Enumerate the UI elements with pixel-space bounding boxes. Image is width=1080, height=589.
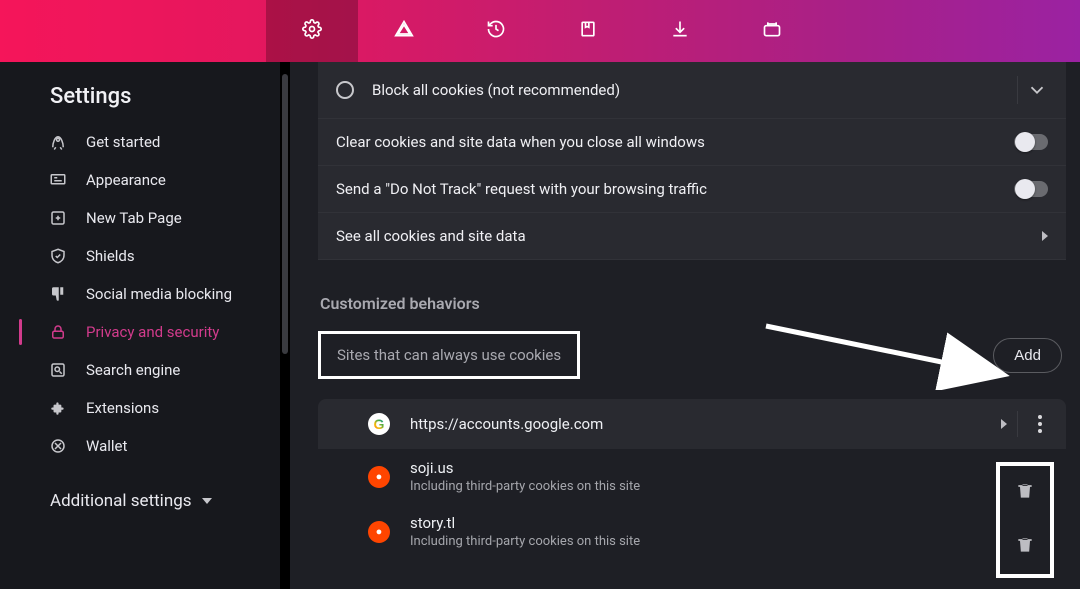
site-name: story.tl bbox=[410, 514, 640, 532]
sidebar-item-privacy-security[interactable]: Privacy and security bbox=[0, 313, 290, 351]
chevron-down-icon bbox=[1026, 79, 1048, 101]
appearance-icon bbox=[48, 171, 68, 189]
toggle-knob bbox=[1015, 132, 1035, 152]
sidebar-item-shields[interactable]: Shields bbox=[0, 237, 290, 275]
wallet-icon bbox=[762, 19, 782, 43]
block-all-label: Block all cookies (not recommended) bbox=[372, 81, 620, 99]
delete-site-button[interactable] bbox=[1015, 481, 1035, 505]
sidebar-item-wallet[interactable]: Wallet bbox=[0, 427, 290, 465]
sidebar-item-new-tab-page[interactable]: New Tab Page bbox=[0, 199, 290, 237]
clear-on-close-row: Clear cookies and site data when you clo… bbox=[318, 119, 1066, 166]
see-all-cookies-row[interactable]: See all cookies and site data bbox=[318, 213, 1066, 260]
toggle-knob bbox=[1015, 179, 1035, 199]
divider bbox=[1017, 411, 1018, 437]
walletnav-icon bbox=[48, 437, 68, 455]
clear-on-close-label: Clear cookies and site data when you clo… bbox=[336, 133, 705, 151]
additional-settings-label: Additional settings bbox=[50, 491, 192, 511]
search-icon bbox=[48, 361, 68, 379]
toolbar-settings[interactable] bbox=[266, 0, 358, 62]
sidebar-item-get-started[interactable]: Get started bbox=[0, 123, 290, 161]
sidebar-item-label: Social media blocking bbox=[86, 285, 232, 303]
settings-nav: Get started Appearance New Tab Page Shie… bbox=[0, 123, 290, 465]
site-name: https://accounts.google.com bbox=[410, 415, 603, 433]
site-name: soji.us bbox=[410, 459, 640, 477]
site-row[interactable]: https://accounts.google.com bbox=[318, 399, 1066, 449]
clear-on-close-toggle[interactable] bbox=[1014, 134, 1048, 150]
warning-icon bbox=[394, 19, 414, 43]
do-not-track-toggle[interactable] bbox=[1014, 181, 1048, 197]
lock-icon bbox=[48, 323, 68, 341]
reddit-favicon-icon: ● bbox=[368, 521, 390, 543]
sidebar-scrollbar-track[interactable] bbox=[280, 62, 290, 589]
settings-icon bbox=[302, 19, 322, 43]
sidebar-title: Settings bbox=[0, 84, 290, 123]
sidebar-item-label: Get started bbox=[86, 133, 160, 151]
settings-content: Block all cookies (not recommended) Clea… bbox=[290, 62, 1080, 589]
chevron-right-icon bbox=[1042, 231, 1048, 241]
shield-icon bbox=[48, 247, 68, 265]
add-site-button[interactable]: Add bbox=[993, 338, 1062, 373]
sidebar-item-label: Extensions bbox=[86, 399, 159, 417]
site-subtext: Including third-party cookies on this si… bbox=[410, 479, 640, 494]
annotation-delete-box bbox=[996, 462, 1054, 578]
sidebar-item-social-media-blocking[interactable]: Social media blocking bbox=[0, 275, 290, 313]
toolbar-bookmarks[interactable] bbox=[542, 0, 634, 62]
main-area: Settings Get started Appearance New Tab … bbox=[0, 62, 1080, 589]
toolbar-warning[interactable] bbox=[358, 0, 450, 62]
allowed-sites-list: https://accounts.google.com ● soji.us bbox=[318, 399, 1066, 559]
toolbar-wallet[interactable] bbox=[726, 0, 818, 62]
site-options-button[interactable] bbox=[1028, 409, 1052, 439]
site-row[interactable]: ● soji.us Including third-party cookies … bbox=[318, 449, 1066, 504]
sidebar-item-label: Shields bbox=[86, 247, 135, 265]
downloads-icon bbox=[670, 19, 690, 43]
reddit-favicon-icon: ● bbox=[368, 466, 390, 488]
thumbsdown-icon bbox=[48, 285, 68, 303]
sidebar-item-label: New Tab Page bbox=[86, 209, 182, 227]
sidebar-item-appearance[interactable]: Appearance bbox=[0, 161, 290, 199]
sidebar-item-search-engine[interactable]: Search engine bbox=[0, 351, 290, 389]
do-not-track-row: Send a "Do Not Track" request with your … bbox=[318, 166, 1066, 213]
sidebar-scrollbar-thumb[interactable] bbox=[282, 74, 288, 354]
divider bbox=[1017, 76, 1018, 104]
google-favicon-icon bbox=[368, 413, 390, 435]
sidebar-item-label: Wallet bbox=[86, 437, 127, 455]
trash-icon bbox=[1015, 535, 1035, 555]
sidebar-item-label: Privacy and security bbox=[86, 323, 219, 341]
top-toolbar bbox=[0, 0, 1080, 62]
toolbar-downloads[interactable] bbox=[634, 0, 726, 62]
puzzle-icon bbox=[48, 399, 68, 417]
rocket-icon bbox=[48, 133, 68, 151]
settings-sidebar: Settings Get started Appearance New Tab … bbox=[0, 62, 290, 589]
sidebar-item-label: Search engine bbox=[86, 361, 180, 379]
chevron-right-icon bbox=[1001, 419, 1007, 429]
additional-settings-toggle[interactable]: Additional settings bbox=[0, 465, 290, 521]
site-row[interactable]: ● story.tl Including third-party cookies… bbox=[318, 504, 1066, 559]
newtab-icon bbox=[48, 209, 68, 227]
expand-button[interactable] bbox=[1026, 79, 1048, 101]
toolbar-spacer bbox=[0, 0, 266, 62]
always-use-cookies-label: Sites that can always use cookies bbox=[318, 331, 580, 379]
bookmarks-icon bbox=[578, 19, 598, 43]
history-icon bbox=[486, 19, 506, 43]
always-use-cookies-header: Sites that can always use cookies Add bbox=[318, 331, 1066, 393]
toolbar-history[interactable] bbox=[450, 0, 542, 62]
dnt-label: Send a "Do Not Track" request with your … bbox=[336, 180, 707, 198]
chevron-down-icon bbox=[202, 498, 212, 504]
sidebar-item-extensions[interactable]: Extensions bbox=[0, 389, 290, 427]
block-all-cookies-row[interactable]: Block all cookies (not recommended) bbox=[318, 62, 1066, 119]
sidebar-item-label: Appearance bbox=[86, 171, 166, 189]
customized-behaviors-title: Customized behaviors bbox=[318, 260, 1066, 331]
site-subtext: Including third-party cookies on this si… bbox=[410, 534, 640, 549]
radio-unchecked-icon[interactable] bbox=[336, 81, 354, 99]
delete-site-button[interactable] bbox=[1015, 535, 1035, 559]
trash-icon bbox=[1015, 481, 1035, 501]
see-all-label: See all cookies and site data bbox=[336, 227, 526, 245]
